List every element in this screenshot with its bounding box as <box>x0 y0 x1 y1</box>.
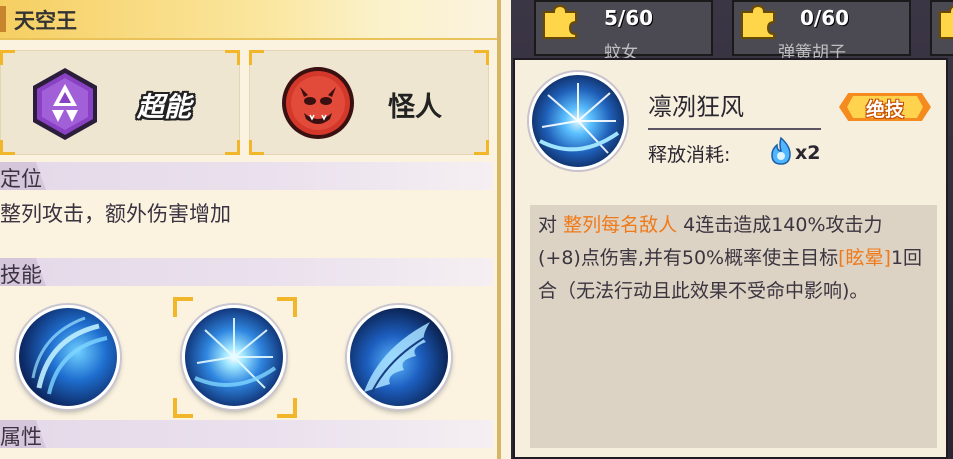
type-label-monster: 怪人 <box>388 92 442 123</box>
card-count-2: 0/60 <box>800 6 850 30</box>
hero-info-panel: 天空王 超能 怪人 定位 整列攻击，额外伤害增加 技能 属性 <box>0 0 497 459</box>
hero-header: 天空王 <box>0 0 497 40</box>
skill-tooltip: 凛冽狂风 绝技 释放消耗: x2 对 整列每名敌人 4连击造成140%攻击力(+… <box>513 58 948 459</box>
attributes-section-title: 属性 <box>0 425 42 449</box>
psychic-hexagon-icon <box>33 68 97 140</box>
skill-description-box: 对 整列每名敌人 4连击造成140%攻击力(+8)点伤害,并有50%概率使主目标… <box>530 205 937 448</box>
skills-section-header: 技能 <box>0 258 493 287</box>
type-card-monster[interactable]: 怪人 <box>249 50 489 155</box>
cost-label: 释放消耗: <box>648 144 731 166</box>
hero-name: 天空王 <box>14 9 77 33</box>
desc-target-highlight: 整列每名敌人 <box>563 214 678 236</box>
energy-flame-icon <box>771 136 791 165</box>
skill-icon-wing <box>347 305 451 409</box>
puzzle-piece-icon <box>741 4 775 39</box>
selection-bracket-bl <box>173 398 193 418</box>
role-section-title: 定位 <box>0 167 42 191</box>
card-thumb-1[interactable]: 5/60 蚊女 <box>534 0 713 63</box>
selection-bracket-br <box>277 398 297 418</box>
tooltip-skill-icon <box>529 72 627 170</box>
puzzle-piece-icon <box>543 4 577 39</box>
type-label-psychic: 超能 <box>137 92 191 123</box>
header-stripe <box>0 6 6 32</box>
card-count-1: 5/60 <box>604 6 654 30</box>
skills-section-title: 技能 <box>0 263 42 287</box>
attributes-section-header: 属性 <box>0 420 493 449</box>
tooltip-skill-name: 凛冽狂风 <box>648 93 744 121</box>
selection-bracket-tr <box>277 297 297 317</box>
ultimate-badge-label: 绝技 <box>865 99 904 121</box>
panel-gap <box>501 0 511 459</box>
skill-slot-2-selected[interactable] <box>182 305 286 409</box>
ultimate-badge: 绝技 <box>839 93 931 121</box>
skill-slot-3[interactable] <box>347 305 451 409</box>
monster-demon-icon <box>282 67 354 139</box>
skill-slot-1[interactable] <box>16 305 120 409</box>
cost-count: x2 <box>795 142 821 164</box>
desc-prefix: 对 <box>538 214 558 236</box>
type-card-psychic[interactable]: 超能 <box>0 50 240 155</box>
skill-icon-frost-gale <box>182 305 286 409</box>
role-section-header: 定位 <box>0 162 493 191</box>
role-description: 整列攻击，额外伤害增加 <box>0 202 231 226</box>
desc-status-highlight: [眩晕] <box>838 247 891 269</box>
tooltip-divider <box>648 128 821 130</box>
card-thumb-2[interactable]: 0/60 弹簧胡子 <box>732 0 911 63</box>
skill-description: 对 整列每名敌人 4连击造成140%攻击力(+8)点伤害,并有50%概率使主目标… <box>538 209 923 308</box>
card-thumb-3[interactable] <box>930 0 953 56</box>
puzzle-piece-icon <box>939 5 953 39</box>
skill-icon-wind-slash <box>16 305 120 409</box>
selection-bracket-tl <box>173 297 193 317</box>
